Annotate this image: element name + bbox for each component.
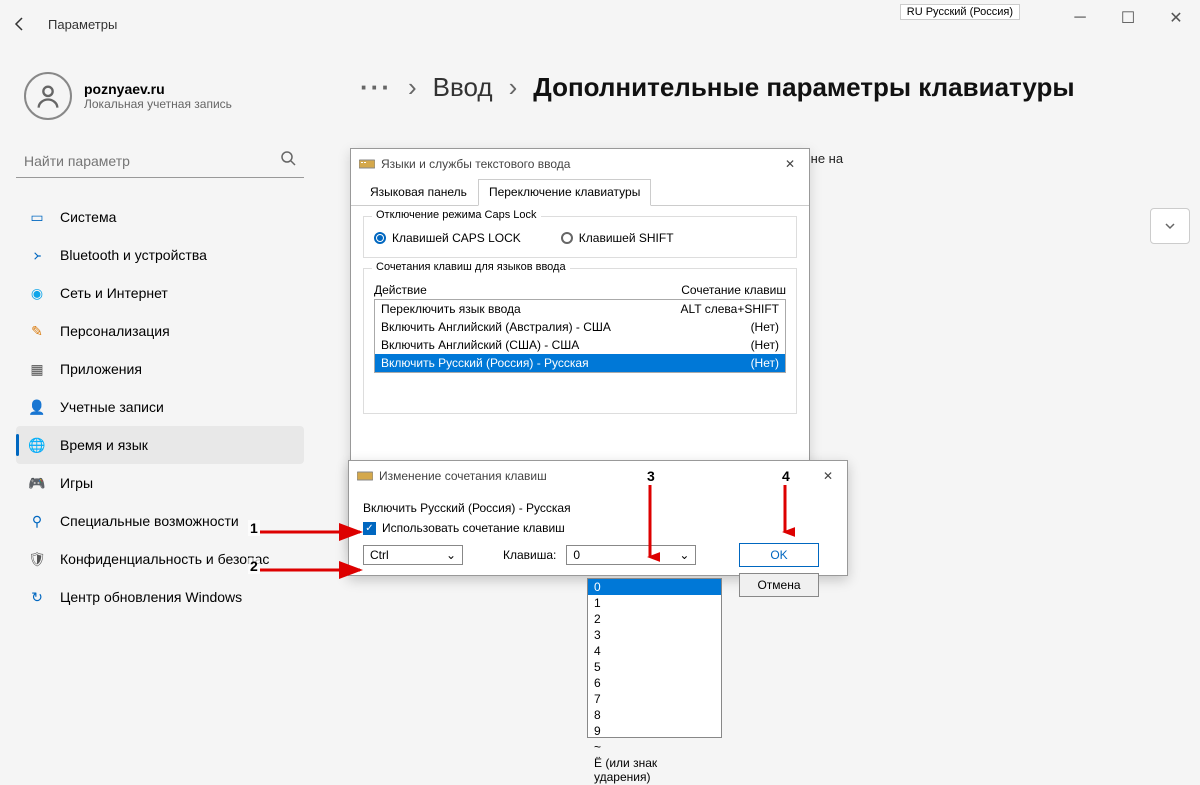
dropdown-option[interactable]: 1 xyxy=(588,595,721,611)
dropdown-option[interactable]: 9 xyxy=(588,723,721,739)
keyboard-icon xyxy=(357,470,373,482)
annotation-label-3: 3 xyxy=(645,468,657,484)
shield-icon: 🛡 xyxy=(28,550,46,568)
radio-capslock[interactable]: Клавишей CAPS LOCK xyxy=(374,231,521,245)
nav-apps[interactable]: ▦Приложения xyxy=(16,350,304,388)
annotation-arrow-3 xyxy=(640,485,660,565)
dropdown-option[interactable]: 7 xyxy=(588,691,721,707)
hotkeys-list[interactable]: Переключить язык вводаALT слева+SHIFT Вк… xyxy=(374,299,786,373)
person-icon: 👤 xyxy=(28,398,46,416)
nav-gaming[interactable]: 🎮Игры xyxy=(16,464,304,502)
gamepad-icon: 🎮 xyxy=(28,474,46,492)
dialog2-title: Изменение сочетания клавиш xyxy=(379,469,547,483)
apps-icon: ▦ xyxy=(28,360,46,378)
user-subtitle: Локальная учетная запись xyxy=(84,97,232,111)
maximize-button[interactable]: ☐ xyxy=(1112,8,1144,28)
page-title: Дополнительные параметры клавиатуры xyxy=(533,72,1074,103)
annotation-arrow-2 xyxy=(260,560,370,580)
annotation-label-2: 2 xyxy=(248,558,260,574)
hotkeys-section: Сочетания клавиш для языков ввода Действ… xyxy=(363,268,797,414)
checkbox-label: Использовать сочетание клавиш xyxy=(382,521,565,535)
dialog2-subtitle: Включить Русский (Россия) - Русская xyxy=(363,501,833,515)
dialog1-title: Языки и службы текстового ввода xyxy=(381,157,570,171)
keyboard-icon xyxy=(359,158,375,170)
nav-accounts[interactable]: 👤Учетные записи xyxy=(16,388,304,426)
wifi-icon: ◉ xyxy=(28,284,46,302)
change-hotkey-dialog: Изменение сочетания клавиш ✕ Включить Ру… xyxy=(348,460,848,576)
dropdown-option[interactable]: 4 xyxy=(588,643,721,659)
dropdown-option[interactable]: 8 xyxy=(588,707,721,723)
capslock-section: Отключение режима Caps Lock Клавишей CAP… xyxy=(363,216,797,258)
radio-shift[interactable]: Клавишей SHIFT xyxy=(561,231,674,245)
search-input[interactable] xyxy=(24,153,280,169)
close-button[interactable]: ✕ xyxy=(1160,8,1192,28)
dialog1-tabs: Языковая панель Переключение клавиатуры xyxy=(351,179,809,206)
annotation-arrow-4 xyxy=(775,485,795,540)
tab-language-bar[interactable]: Языковая панель xyxy=(359,179,478,205)
search-box[interactable] xyxy=(16,144,304,178)
avatar xyxy=(24,72,72,120)
brush-icon: ✎ xyxy=(28,322,46,340)
breadcrumb: ··· › Ввод › Дополнительные параметры кл… xyxy=(360,72,1176,103)
combo-placeholder[interactable] xyxy=(1150,208,1190,244)
breadcrumb-more[interactable]: ··· xyxy=(360,72,392,103)
annotation-label-4: 4 xyxy=(780,468,792,484)
monitor-icon: ▭ xyxy=(28,208,46,226)
bluetooth-icon: ᚛ xyxy=(28,246,46,264)
dialog2-titlebar: Изменение сочетания клавиш ✕ xyxy=(349,461,847,491)
chevron-down-icon: ⌄ xyxy=(679,548,689,562)
radio-on-icon xyxy=(374,232,386,244)
key-label: Клавиша: xyxy=(503,548,556,562)
annotation-arrow-1 xyxy=(260,522,370,542)
hotkey-row[interactable]: Включить Английский (США) - США(Нет) xyxy=(375,336,785,354)
language-indicator[interactable]: RU Русский (Россия) xyxy=(900,4,1020,20)
nav-bluetooth[interactable]: ᚛Bluetooth и устройства xyxy=(16,236,304,274)
dropdown-option[interactable]: Ё (или знак ударения) xyxy=(588,755,721,785)
dropdown-option[interactable]: 0 xyxy=(588,579,721,595)
key-select[interactable]: 0 ⌄ xyxy=(566,545,696,565)
sidebar: poznyaev.ru Локальная учетная запись ▭Си… xyxy=(0,48,320,785)
dialog1-close-button[interactable]: ✕ xyxy=(779,155,801,173)
accessibility-icon: ⚲ xyxy=(28,512,46,530)
dropdown-option[interactable]: 6 xyxy=(588,675,721,691)
hotkey-row-selected[interactable]: Включить Русский (Россия) - Русская(Нет) xyxy=(375,354,785,372)
chevron-down-icon: ⌄ xyxy=(446,548,456,562)
refresh-icon: ↻ xyxy=(28,588,46,606)
col-action: Действие xyxy=(374,283,427,297)
modifier-select[interactable]: Ctrl ⌄ xyxy=(363,545,463,565)
globe-icon: 🌐 xyxy=(28,436,46,454)
dropdown-option[interactable]: 2 xyxy=(588,611,721,627)
user-block[interactable]: poznyaev.ru Локальная учетная запись xyxy=(16,56,304,144)
dropdown-option[interactable]: 3 xyxy=(588,627,721,643)
nav-system[interactable]: ▭Система xyxy=(16,198,304,236)
nav-update[interactable]: ↻Центр обновления Windows xyxy=(16,578,304,616)
nav-time-language[interactable]: 🌐Время и язык xyxy=(16,426,304,464)
minimize-button[interactable]: ─ xyxy=(1064,8,1096,28)
user-name: poznyaev.ru xyxy=(84,81,232,97)
app-title: Параметры xyxy=(48,17,117,32)
nav-personalization[interactable]: ✎Персонализация xyxy=(16,312,304,350)
dropdown-option[interactable]: ~ xyxy=(588,739,721,755)
dialog2-ok-button[interactable]: OK xyxy=(739,543,819,567)
dropdown-option[interactable]: 5 xyxy=(588,659,721,675)
window-controls: ─ ☐ ✕ xyxy=(1064,8,1192,28)
titlebar: Параметры RU Русский (Россия) ─ ☐ ✕ xyxy=(0,0,1200,48)
nav-network[interactable]: ◉Сеть и Интернет xyxy=(16,274,304,312)
back-button[interactable] xyxy=(8,12,32,36)
dialog2-buttons: OK Отмена xyxy=(725,533,833,607)
breadcrumb-input[interactable]: Ввод xyxy=(433,72,493,103)
col-shortcut: Сочетание клавиш xyxy=(681,283,786,297)
hotkey-row[interactable]: Переключить язык вводаALT слева+SHIFT xyxy=(375,300,785,318)
radio-off-icon xyxy=(561,232,573,244)
annotation-label-1: 1 xyxy=(248,520,260,536)
tab-keyboard-switch[interactable]: Переключение клавиатуры xyxy=(478,179,651,206)
hotkey-row[interactable]: Включить Английский (Австралия) - США(Не… xyxy=(375,318,785,336)
key-dropdown[interactable]: 0 1 2 3 4 5 6 7 8 9 ~ Ё (или знак ударен… xyxy=(587,578,722,738)
dialog2-close-button[interactable]: ✕ xyxy=(817,467,839,485)
dialog1-titlebar: Языки и службы текстового ввода ✕ xyxy=(351,149,809,179)
search-icon xyxy=(280,150,296,171)
dialog2-cancel-button[interactable]: Отмена xyxy=(739,573,819,597)
